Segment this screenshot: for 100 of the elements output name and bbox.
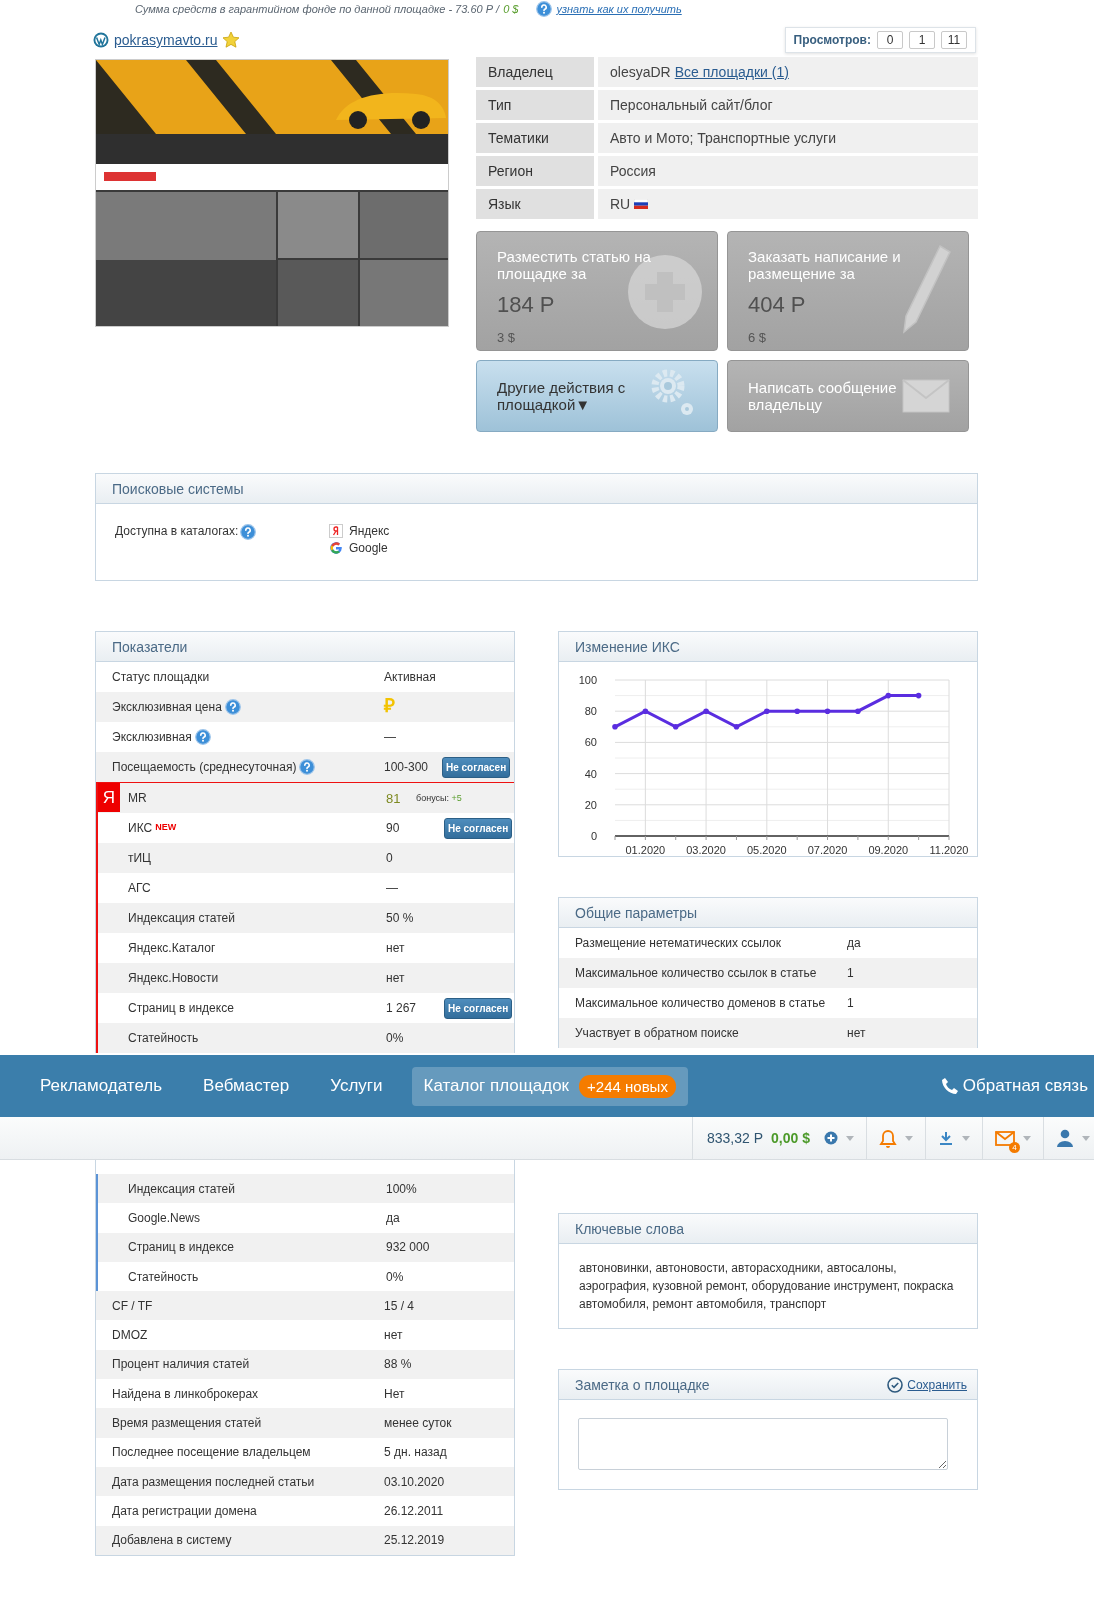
metric-value: да (386, 1210, 401, 1225)
balance-usd: 0,00 $ (771, 1130, 810, 1146)
views-count: 1 (909, 31, 935, 49)
feedback-link[interactable]: Обратная связь (940, 1055, 1088, 1117)
x-tick-label: 09.2020 (868, 844, 909, 856)
panel-title: Показатели (112, 638, 188, 655)
x-tick-label: 05.2020 (746, 844, 787, 856)
metric-label: тИЦ (128, 851, 151, 865)
metric-label: Статейность (128, 1031, 199, 1045)
views-label: Просмотров: (793, 33, 871, 47)
info-label: Регион (476, 156, 594, 186)
metric-label: Добавлена в систему (112, 1533, 232, 1548)
site-link[interactable]: pokrasymavto.ru (114, 32, 218, 48)
metric-label: Эксклюзивная (112, 730, 192, 744)
param-value: 1 (847, 966, 855, 980)
metric-value: ₽ (384, 694, 396, 718)
y-tick-label: 0 (590, 830, 597, 842)
param-value: 1 (847, 996, 855, 1010)
y-tick-label: 100 (578, 674, 597, 686)
metric-label: Эксклюзивная цена (112, 700, 222, 714)
info-value: olesyaDR (610, 64, 671, 80)
info-value: RU (610, 196, 631, 212)
metric-value: 88 % (384, 1357, 413, 1372)
param-label: Размещение нетематических ссылок (575, 936, 782, 950)
nav-tab-label: Каталог площадок (423, 1076, 570, 1096)
metric-value: нет (386, 941, 406, 955)
metric-value: 5 дн. назад (384, 1445, 448, 1460)
param-value: нет (847, 1026, 867, 1040)
disagree-button[interactable]: Не согласен (444, 997, 513, 1019)
x-tick-label: 11.2020 (929, 844, 969, 856)
guarantee-note: Сумма средств в гарантийном фонде по данной площадке - 73.60 Р / (135, 3, 500, 15)
metric-value: 90 (386, 821, 401, 835)
nav-tab[interactable]: Каталог площадок +244 новых (411, 1066, 688, 1106)
balance-rub: 833,32 Р (707, 1130, 764, 1146)
disagree-button[interactable]: Не согласен (442, 756, 511, 778)
metric-value: 0 (386, 851, 394, 865)
metric-label: CF / TF (112, 1298, 153, 1313)
metric-value: 81 (386, 790, 402, 806)
metric-value: 0% (386, 1031, 405, 1045)
nav-tab[interactable]: Рекламодатель (28, 1068, 175, 1104)
metric-value: 100-300 (384, 760, 430, 774)
save-link[interactable]: Сохранить (907, 1377, 967, 1392)
info-label: Язык (476, 189, 594, 219)
mail-icon (995, 1130, 1015, 1146)
info-value: Персональный сайт/блог (598, 90, 978, 120)
metric-label: Статус площадки (112, 670, 210, 684)
metric-value: 50 % (386, 911, 415, 925)
plus-circle-icon (824, 1131, 838, 1145)
metric-label: ИКС (128, 821, 153, 835)
metric-label: Индексация статей (128, 1181, 235, 1196)
metric-label: Найдена в линкоброкерах (112, 1386, 259, 1401)
metric-label: Яндекс.Новости (128, 971, 219, 985)
learn-link[interactable]: узнать как их получить (556, 3, 682, 15)
metric-value: Нет (384, 1386, 406, 1401)
download-icon (938, 1130, 954, 1146)
metric-value: — (384, 730, 397, 744)
metric-label: Страниц в индексе (128, 1240, 234, 1255)
param-value: да (847, 936, 862, 950)
info-value: Россия (598, 156, 978, 186)
metric-value: нет (386, 971, 406, 985)
search-engine-name: Яндекс (349, 524, 390, 538)
bell-icon (879, 1128, 897, 1148)
info-value: Авто и Мото; Транспортные услуги (598, 123, 978, 153)
y-tick-label: 40 (584, 767, 597, 780)
metric-label: Процент наличия статей (112, 1357, 250, 1372)
usd-amount: 0 $ (503, 3, 519, 15)
user-icon (1056, 1129, 1074, 1147)
panel-title: Заметка о площадке (575, 1376, 710, 1393)
caret-icon (1082, 1135, 1090, 1141)
disagree-button[interactable]: Не согласен (444, 817, 513, 839)
nav-tab[interactable]: Услуги (318, 1068, 395, 1104)
metric-value: 1 267 (386, 1001, 418, 1015)
metric-label: MR (128, 791, 147, 805)
metric-value: 932 000 (386, 1240, 431, 1255)
y-tick-label: 60 (584, 736, 597, 749)
x-tick-label: 03.2020 (686, 844, 726, 856)
panel-title: Ключевые слова (575, 1220, 684, 1237)
metric-label: Яндекс.Каталог (128, 941, 216, 955)
metric-label: Индексация статей (128, 911, 235, 925)
views-count: 0 (877, 31, 903, 49)
all-sites-link[interactable]: Все площадки (1) (674, 64, 789, 80)
wordpress-icon (93, 32, 109, 48)
metric-label: Дата размещения последней статьи (112, 1474, 315, 1489)
metric-value: 25.12.2019 (384, 1533, 446, 1548)
nav-tab[interactable]: Вебмастер (191, 1068, 302, 1104)
caret-icon (905, 1135, 913, 1141)
metric-value: — (386, 881, 399, 895)
views-count: 11 (941, 31, 967, 49)
x-tick-label: 01.2020 (625, 844, 666, 856)
action-button[interactable]: Другие действия с площадкой▼ (476, 360, 718, 432)
param-label: Максимальное количество доменов в статье (575, 996, 827, 1010)
panel-title: Общие параметры (575, 904, 698, 921)
metric-label: Google.News (128, 1210, 201, 1225)
note-field[interactable] (578, 1418, 948, 1470)
metric-value: 15 / 4 (384, 1298, 416, 1313)
bonus-text: бонусы: +5 (416, 793, 462, 803)
metric-label: Страниц в индексе (128, 1001, 234, 1015)
new-label: NEW (155, 822, 177, 832)
envelope-icon (902, 379, 950, 413)
keywords-text: автоновинки, автоновости, авторасходники, автосалоны, аэрография, кузовной ремонт, оборудование инструмент, покраска автомобиля, ремонт автомобиля, транспорт (578, 1260, 955, 1313)
